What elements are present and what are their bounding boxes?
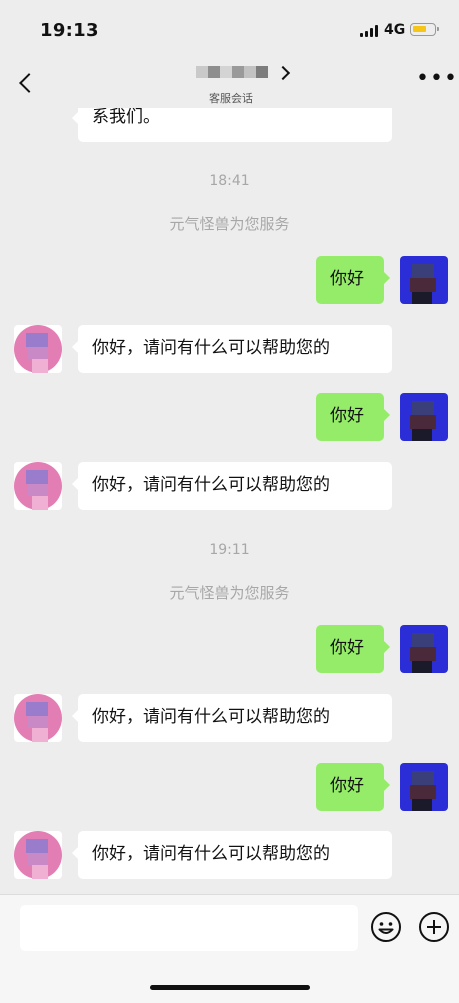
- agent-avatar[interactable]: [14, 325, 62, 373]
- message-text: 你好: [330, 406, 364, 426]
- emoji-button[interactable]: [370, 911, 402, 943]
- message-text: 你好，请问有什么可以帮助您的: [92, 475, 330, 495]
- agent-avatar[interactable]: [14, 694, 62, 742]
- message-bubble-user: 你好: [316, 393, 390, 441]
- message-bubble-user: 你好: [316, 625, 390, 673]
- chat-subtitle: 客服会话: [209, 92, 253, 105]
- user-avatar[interactable]: [400, 256, 448, 304]
- message-bubble-agent: 你好，请问有什么可以帮助您的: [72, 325, 392, 373]
- timestamp: 18:41: [209, 173, 250, 189]
- message-bubble-agent: 你好，请问有什么可以帮助您的: [72, 694, 392, 742]
- message-bubble-agent: 你好，请问有什么可以帮助您的: [72, 462, 392, 510]
- chat-title[interactable]: 客服会话: [180, 62, 291, 106]
- message-text: 你好，请问有什么可以帮助您的: [92, 844, 330, 864]
- message-bubble-user: 你好: [316, 763, 390, 811]
- message-input[interactable]: [20, 905, 358, 951]
- battery-icon: [410, 23, 439, 36]
- message-text: 你好: [330, 776, 364, 796]
- nav-bar: 客服会话 •••: [0, 56, 459, 108]
- system-notice: 元气怪兽为您服务: [169, 215, 290, 233]
- message-text: 你好，请问有什么可以帮助您的: [92, 707, 330, 727]
- message-text: 你好: [330, 638, 364, 658]
- status-time: 19:13: [40, 20, 99, 41]
- input-bar: [0, 894, 459, 1003]
- blurred-contact-name: [196, 66, 268, 78]
- message-bubble-agent: 你好，请问有什么可以帮助您的: [72, 831, 392, 879]
- user-avatar[interactable]: [400, 625, 448, 673]
- agent-avatar[interactable]: [14, 462, 62, 510]
- emoji-icon: [371, 912, 401, 942]
- home-indicator: [150, 985, 310, 990]
- network-type: 4G: [384, 22, 406, 38]
- more-button[interactable]: •••: [416, 68, 457, 92]
- message-text: 你好，请问有什么可以帮助您的: [92, 338, 330, 358]
- message-text: 系我们。: [92, 108, 160, 127]
- chevron-right-icon: [275, 65, 291, 81]
- user-avatar[interactable]: [400, 393, 448, 441]
- status-bar: 19:13 4G: [0, 0, 459, 56]
- plus-button[interactable]: [418, 911, 450, 943]
- back-button[interactable]: [14, 68, 40, 98]
- message-bubble-agent-truncated: 系我们。: [72, 108, 392, 142]
- chevron-left-icon: [19, 73, 39, 93]
- plus-icon: [419, 912, 449, 942]
- system-notice: 元气怪兽为您服务: [169, 584, 290, 602]
- signal-icon: [360, 25, 378, 37]
- more-icon: •••: [416, 66, 458, 91]
- message-text: 你好: [330, 269, 364, 289]
- chat-area[interactable]: 系我们。 18:41 元气怪兽为您服务 你好 你好，请问有什么可以帮助您的 你好…: [0, 108, 459, 894]
- agent-avatar[interactable]: [14, 831, 62, 879]
- user-avatar[interactable]: [400, 763, 448, 811]
- timestamp: 19:11: [209, 542, 250, 558]
- message-bubble-user: 你好: [316, 256, 390, 304]
